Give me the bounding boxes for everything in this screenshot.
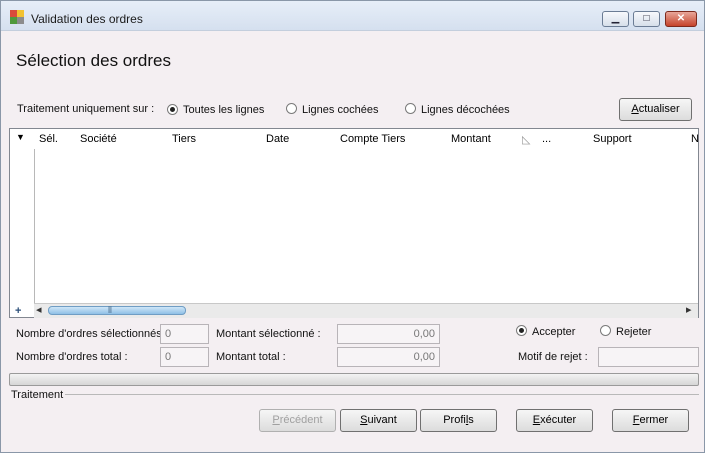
radio-checked-lines[interactable] [286, 103, 297, 114]
grid-row-header [10, 129, 35, 303]
total-count-label: Nombre d'ordres total : [16, 351, 128, 363]
column-header-societe[interactable]: Société [80, 133, 117, 145]
close-button[interactable]: ✕ [665, 11, 697, 27]
previous-button[interactable]: Précédent [259, 409, 336, 432]
close-dialog-button[interactable]: Fermer [612, 409, 689, 432]
total-amount-label: Montant total : [216, 351, 286, 363]
selected-count-label: Nombre d'ordres sélectionnés [16, 328, 162, 340]
scrollbar-thumb[interactable]: ⦀ [48, 305, 186, 315]
selected-count-field: 0 [160, 324, 209, 344]
group-divider [65, 394, 699, 395]
column-header-support[interactable]: Support [593, 133, 632, 145]
orders-grid[interactable]: ▼ Sél. Société Tiers Date Compte Tiers M… [9, 128, 699, 318]
close-icon: ✕ [676, 13, 686, 24]
progress-bar [9, 373, 699, 386]
radio-reject-label[interactable]: Rejeter [616, 326, 651, 338]
column-header-sel[interactable]: Sél. [39, 133, 58, 145]
processing-group-label: Traitement [11, 389, 64, 401]
title-bar: Validation des ordres ▁ □ ✕ [1, 1, 704, 31]
horizontal-scrollbar[interactable]: ◂ ⦀ ▸ [34, 303, 698, 318]
execute-button[interactable]: Exécuter [516, 409, 593, 432]
grid-header: ▼ Sél. Société Tiers Date Compte Tiers M… [10, 129, 699, 149]
radio-all-lines[interactable] [167, 104, 178, 115]
total-count-field: 0 [160, 347, 209, 367]
filter-label: Traitement uniquement sur : [17, 103, 155, 115]
app-icon [10, 10, 24, 24]
column-header-date[interactable]: Date [266, 133, 289, 145]
scroll-grip-icon: ⦀ [108, 305, 112, 315]
page-title: Sélection des ordres [16, 51, 171, 70]
column-header-n[interactable]: N [691, 133, 699, 145]
sort-icon: ◺ [522, 134, 531, 146]
scroll-left-icon[interactable]: ◂ [36, 303, 42, 316]
radio-accept-label[interactable]: Accepter [532, 326, 575, 338]
window-title: Validation des ordres [31, 12, 143, 26]
add-row-icon[interactable]: + [15, 305, 21, 317]
total-amount-field: 0,00 [337, 347, 440, 367]
column-header-more[interactable]: ... [542, 133, 551, 145]
next-button[interactable]: Suivant [340, 409, 417, 432]
maximize-icon: □ [643, 13, 650, 24]
refresh-button[interactable]: Actualiser [619, 98, 692, 121]
column-menu-icon[interactable]: ▼ [16, 132, 25, 142]
selected-amount-field: 0,00 [337, 324, 440, 344]
radio-reject[interactable] [600, 325, 611, 336]
radio-all-lines-label[interactable]: Toutes les lignes [183, 104, 264, 116]
radio-unchecked-lines-label[interactable]: Lignes décochées [421, 104, 510, 116]
column-header-tiers[interactable]: Tiers [172, 133, 196, 145]
radio-checked-lines-label[interactable]: Lignes cochées [302, 104, 378, 116]
column-header-montant[interactable]: Montant [451, 133, 491, 145]
validation-window: Validation des ordres ▁ □ ✕ Sélection de… [0, 0, 705, 453]
radio-accept[interactable] [516, 325, 527, 336]
reject-reason-field[interactable] [598, 347, 699, 367]
profiles-button[interactable]: Profils [420, 409, 497, 432]
minimize-icon: ▁ [611, 13, 620, 24]
maximize-button[interactable]: □ [633, 11, 660, 27]
column-header-compte-tiers[interactable]: Compte Tiers [340, 133, 405, 145]
scroll-right-icon[interactable]: ▸ [686, 303, 692, 316]
selected-amount-label: Montant sélectionné : [216, 328, 321, 340]
radio-unchecked-lines[interactable] [405, 103, 416, 114]
minimize-button[interactable]: ▁ [602, 11, 629, 27]
reject-reason-label: Motif de rejet : [518, 351, 588, 363]
